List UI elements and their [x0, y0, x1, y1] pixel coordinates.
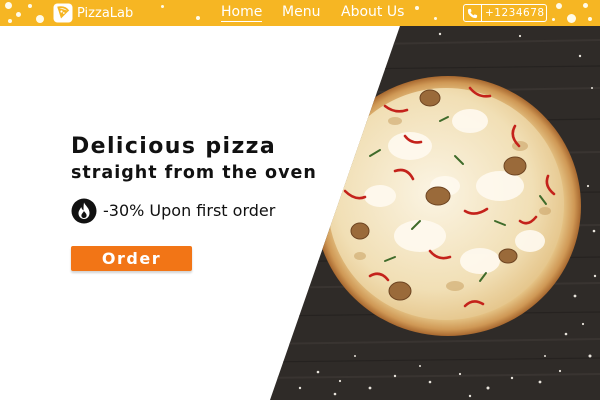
hero-headline: Delicious pizza [71, 134, 277, 159]
discount-offer: -30% Upon first order [71, 197, 275, 224]
nav-menu-link[interactable]: Menu [282, 3, 320, 22]
phone-contact[interactable]: +1234678 [463, 4, 547, 22]
brand-name: PizzaLab [77, 5, 134, 21]
decorative-dot [28, 4, 32, 8]
brand-logo[interactable]: PizzaLab [53, 3, 133, 23]
hero-subheadline: straight from the oven [71, 163, 317, 183]
nav-home-link[interactable]: Home [221, 3, 263, 22]
decorative-dot [5, 2, 12, 9]
fire-icon [71, 198, 97, 223]
decorative-dot [196, 16, 200, 20]
phone-number: +1234678 [485, 7, 545, 19]
decorative-dot [415, 6, 419, 10]
decorative-dot [552, 18, 555, 21]
decorative-dot [36, 15, 44, 23]
pizza-slice-icon [53, 3, 73, 23]
decorative-dot [16, 12, 21, 17]
offer-text: -30% Upon first order [103, 201, 276, 220]
phone-icon [464, 5, 482, 21]
hero-section: Delicious pizza straight from the oven -… [0, 26, 600, 400]
decorative-dot [161, 5, 164, 8]
decorative-dot [583, 3, 588, 8]
decorative-dot [8, 19, 12, 23]
nav-about-us-link[interactable]: About Us [341, 3, 404, 22]
decorative-dot [434, 17, 437, 20]
decorative-dot [556, 3, 562, 9]
decorative-dot [588, 17, 592, 21]
decorative-dot [567, 14, 576, 23]
order-button[interactable]: Order [71, 246, 192, 271]
top-navigation-bar: PizzaLab Home Menu About Us +1234678 [0, 0, 600, 26]
